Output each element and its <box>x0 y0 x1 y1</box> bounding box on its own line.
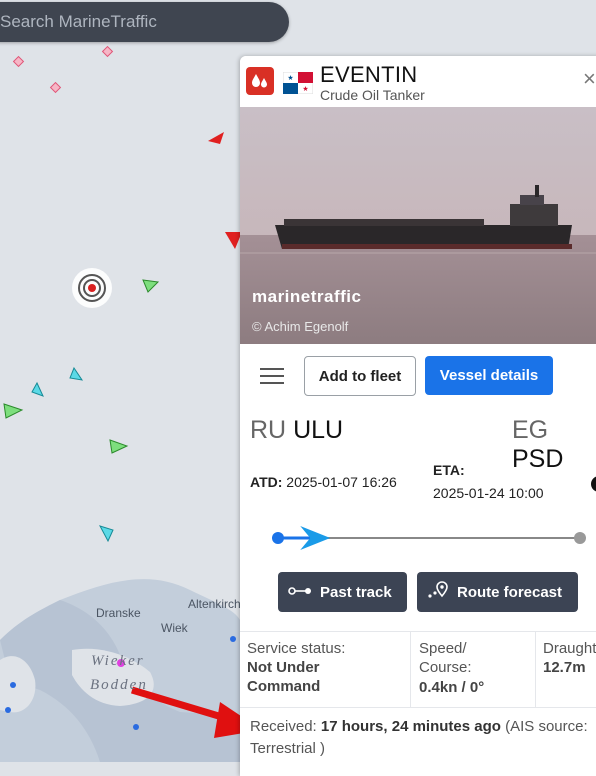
ship-marker-green[interactable] <box>3 403 24 419</box>
destination-port: EG PSD <box>512 416 596 474</box>
received-label: Received: <box>250 718 317 735</box>
ship-marker-red-tanker[interactable] <box>208 132 224 144</box>
vessel-panel: ★ ★ EVENTIN Crude Oil Tanker × marinetra… <box>240 56 596 776</box>
voyage-progress-bar <box>272 526 586 550</box>
past-track-label: Past track <box>320 583 392 601</box>
info-dot-icon <box>591 476 596 492</box>
service-status-label: Service status: <box>247 640 346 657</box>
ship-marker-cyan[interactable] <box>31 381 44 397</box>
vessel-name: EVENTIN <box>320 62 418 87</box>
map-place-label: Dranske <box>96 606 141 620</box>
vessel-photo-image <box>240 107 596 344</box>
departure-port: RU ULU <box>250 416 343 445</box>
draught-value: 12.7m <box>543 659 586 676</box>
track-line-icon <box>288 584 312 601</box>
ship-marker-pink-diamond[interactable] <box>12 55 25 68</box>
vessel-header: ★ ★ EVENTIN Crude Oil Tanker × <box>240 56 596 106</box>
draught-label: Draught <box>543 640 596 657</box>
ship-marker-green[interactable] <box>142 279 160 293</box>
route-forecast-button[interactable]: Route forecast <box>417 572 578 612</box>
ship-marker-pink-diamond[interactable] <box>101 45 114 58</box>
route-forecast-label: Route forecast <box>457 583 563 601</box>
service-status: Service status: Not Under Command <box>240 632 411 707</box>
atd-value: 2025-01-07 16:26 <box>286 474 397 490</box>
atd-label: ATD: <box>250 474 283 490</box>
tanker-droplet-icon <box>246 67 274 95</box>
atd-info: ATD: 2025-01-07 16:26 <box>250 474 397 490</box>
route-pin-icon <box>427 580 449 604</box>
vessel-type: Crude Oil Tanker <box>320 87 425 103</box>
vessel-stats: Service status: Not Under Command Speed/… <box>240 631 596 708</box>
map-place-label: Wiek <box>161 621 188 635</box>
photo-watermark: marinetraffic <box>252 287 362 306</box>
destination-port-code[interactable]: PSD <box>512 445 563 473</box>
ship-marker-pink-diamond[interactable] <box>49 81 62 94</box>
speed-course: Speed/ Course: 0.4kn / 0° <box>411 632 536 707</box>
map-water-label: Wieker <box>91 653 145 669</box>
add-to-fleet-button[interactable]: Add to fleet <box>304 356 416 396</box>
received-value: 17 hours, 24 minutes ago <box>320 718 501 735</box>
photo-credit: © Achim Egenolf <box>252 319 349 334</box>
hamburger-menu-icon[interactable] <box>260 368 284 386</box>
draught: Draught 12.7m <box>536 632 596 707</box>
departure-country: RU <box>250 416 287 444</box>
close-icon[interactable]: × <box>583 66 596 92</box>
destination-country: EG <box>512 416 549 444</box>
selected-vessel-marker[interactable] <box>72 268 112 308</box>
ship-marker-blue[interactable] <box>10 682 16 688</box>
ship-marker-cyan[interactable] <box>98 525 114 543</box>
map-place-label: Altenkirch <box>188 597 241 611</box>
received-info: Received: 17 hours, 24 minutes ago (AIS … <box>250 716 590 760</box>
ship-marker-green[interactable] <box>109 439 129 454</box>
ship-marker-blue[interactable] <box>5 707 11 713</box>
ship-marker-blue[interactable] <box>230 636 236 642</box>
eta-value: 2025-01-24 10:00 <box>433 485 544 501</box>
speed-course-label: Speed/ Course: <box>419 640 472 676</box>
speed-course-value: 0.4kn / 0° <box>419 679 485 696</box>
svg-text:★: ★ <box>302 85 308 93</box>
vessel-photo[interactable]: marinetraffic © Achim Egenolf <box>240 107 596 344</box>
ship-marker-blue[interactable] <box>133 724 139 730</box>
panama-flag-icon: ★ ★ <box>282 71 314 95</box>
vessel-details-button[interactable]: Vessel details <box>425 356 553 395</box>
departure-port-code[interactable]: ULU <box>293 416 343 444</box>
past-track-button[interactable]: Past track <box>278 572 407 612</box>
svg-text:★: ★ <box>287 74 293 82</box>
ship-marker-cyan[interactable] <box>69 366 84 381</box>
service-status-value: Not Under Command <box>247 659 321 695</box>
eta-label: ETA: <box>433 462 465 478</box>
map-water-label: Bodden <box>90 677 148 693</box>
